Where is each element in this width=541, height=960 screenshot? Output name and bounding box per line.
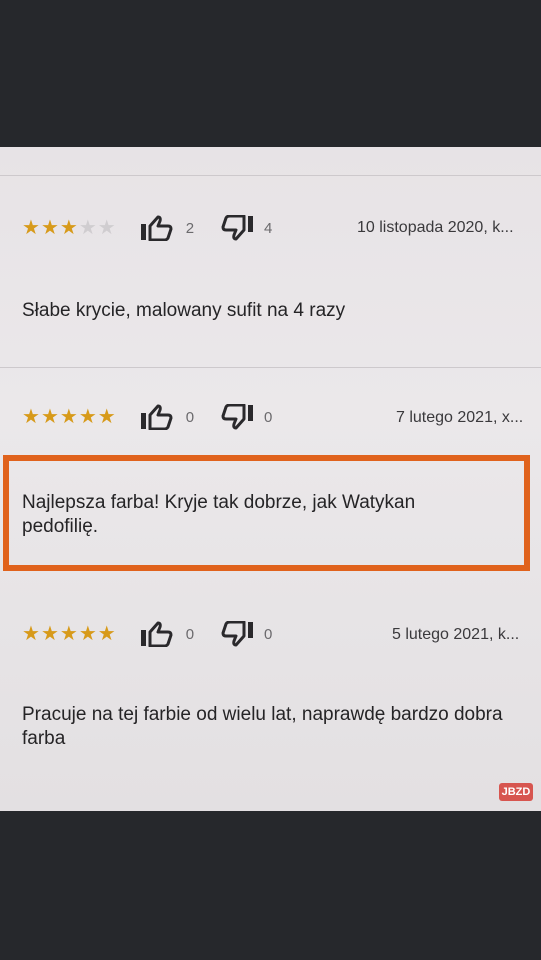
review-date: 7 lutego 2021, x...	[396, 409, 524, 426]
dislike-button[interactable]	[218, 215, 254, 241]
star-rating: ★ ★ ★ ★ ★	[22, 218, 116, 238]
review-date: 10 listopada 2020, k...	[357, 219, 514, 236]
star-rating: ★ ★ ★ ★ ★	[22, 624, 116, 644]
like-count: 2	[185, 219, 195, 237]
watermark-logo: JBZD	[499, 783, 533, 801]
star-icon: ★	[59, 623, 78, 645]
thumbs-up-icon	[140, 215, 173, 241]
review-meta: ★ ★ ★ ★ ★ 2 4	[22, 213, 272, 243]
star-icon: ★	[22, 623, 40, 645]
review-date: 5 lutego 2021, k...	[392, 626, 520, 643]
review-text: Słabe krycie, malowany sufit na 4 razy	[22, 300, 346, 321]
review-meta: ★ ★ ★ ★ ★ 0 0	[22, 619, 272, 649]
star-icon: ★	[59, 217, 78, 239]
star-icon: ★	[22, 217, 40, 239]
star-icon: ★	[78, 217, 97, 239]
dislike-button[interactable]	[218, 621, 254, 647]
divider	[0, 367, 541, 368]
star-icon: ★	[59, 406, 78, 428]
review-text: Najlepsza farba! Kryje tak dobrze, jak W…	[22, 492, 416, 537]
divider	[0, 175, 541, 176]
thumbs-up-icon	[140, 621, 173, 647]
star-rating: ★ ★ ★ ★ ★	[22, 407, 116, 427]
like-button[interactable]	[140, 404, 176, 430]
dislike-count: 0	[264, 625, 273, 643]
like-count: 0	[185, 408, 195, 426]
dislike-count: 4	[264, 219, 273, 237]
star-icon: ★	[97, 217, 116, 239]
star-icon: ★	[40, 406, 59, 428]
star-icon: ★	[40, 623, 59, 645]
star-icon: ★	[78, 623, 97, 645]
dislike-count: 0	[264, 408, 273, 426]
screenshot-photo: ★ ★ ★ ★ ★ 2 4 10 listopada 2020, k... Słabe …	[0, 147, 541, 811]
thumbs-down-icon	[221, 621, 254, 647]
review-meta: ★ ★ ★ ★ ★ 0 0	[22, 402, 272, 432]
thumbs-up-icon	[140, 404, 173, 430]
star-icon: ★	[22, 406, 40, 428]
star-icon: ★	[97, 623, 116, 645]
dislike-button[interactable]	[218, 404, 254, 430]
like-button[interactable]	[140, 621, 176, 647]
thumbs-down-icon	[221, 215, 254, 241]
like-count: 0	[185, 625, 195, 643]
star-icon: ★	[78, 406, 97, 428]
star-icon: ★	[97, 406, 116, 428]
review-text: Pracuje na tej farbie od wielu lat, napr…	[22, 704, 503, 749]
like-button[interactable]	[140, 215, 176, 241]
thumbs-down-icon	[221, 404, 254, 430]
star-icon: ★	[40, 217, 59, 239]
